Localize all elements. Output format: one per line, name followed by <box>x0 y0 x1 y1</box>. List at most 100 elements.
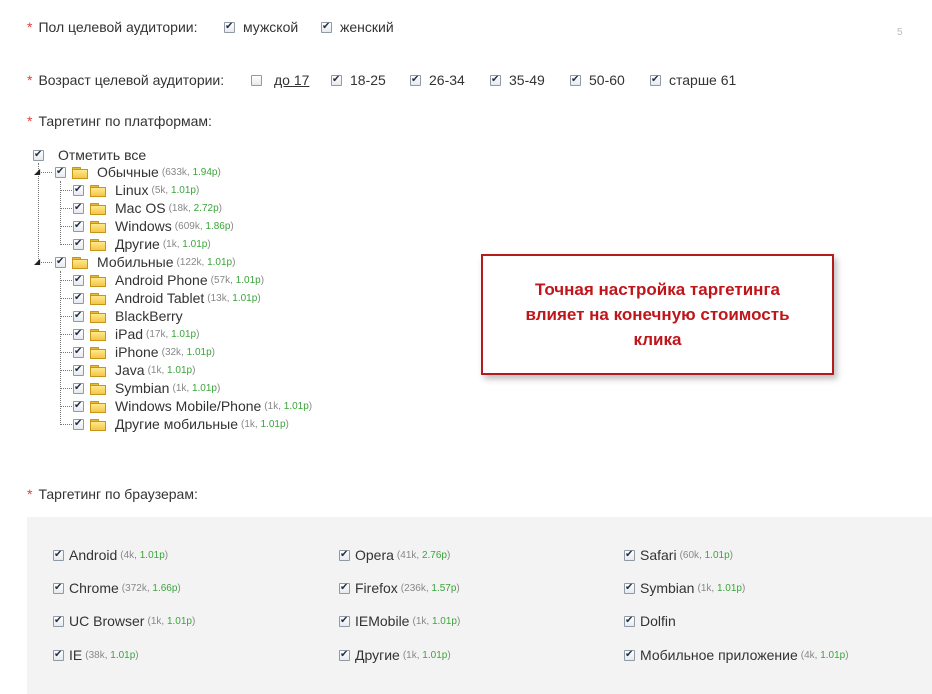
checkbox[interactable] <box>73 327 84 341</box>
platforms-label-text: Таргетинг по платформам: <box>38 113 212 129</box>
checkbox[interactable] <box>251 74 262 86</box>
platform-item-linux[interactable]: Linux(5k, 1.01р) <box>73 181 199 199</box>
checkbox[interactable] <box>73 381 84 395</box>
browser-safari[interactable]: Safari(60k, 1.01р) <box>624 546 733 564</box>
select-all[interactable]: Отметить все <box>33 146 146 164</box>
browser-name: Мобильное приложение <box>640 647 798 663</box>
checkbox[interactable] <box>53 548 64 562</box>
platform-item-android-phone[interactable]: Android Phone(57k, 1.01р) <box>73 271 264 289</box>
browser-iemobile[interactable]: IEMobile(1k, 1.01р) <box>339 612 460 630</box>
platform-group-mobile[interactable]: Мобильные(122k, 1.01р) <box>55 253 235 271</box>
group-count: 633k <box>165 166 187 178</box>
browser-dolfin[interactable]: Dolfin <box>624 612 676 630</box>
checkbox[interactable] <box>331 73 342 87</box>
checkbox[interactable] <box>73 363 84 377</box>
group-stats: (633k, 1.94р) <box>161 166 221 178</box>
checkbox[interactable] <box>490 73 501 87</box>
checkbox[interactable] <box>73 309 84 323</box>
tree-line <box>60 280 72 281</box>
platform-item-other-mobile[interactable]: Другие мобильные(1k, 1.01р) <box>73 415 289 433</box>
browser-android[interactable]: Android(4k, 1.01р) <box>53 546 168 564</box>
checkbox[interactable] <box>624 581 635 595</box>
platform-item-java[interactable]: Java(1k, 1.01р) <box>73 361 195 379</box>
checkbox[interactable] <box>224 20 235 34</box>
browser-price: 1.01р <box>820 649 846 661</box>
platform-item-blackberry[interactable]: BlackBerry <box>73 307 183 325</box>
browser-other[interactable]: Другие(1k, 1.01р) <box>339 646 451 664</box>
checkbox[interactable] <box>73 183 84 197</box>
checkbox[interactable] <box>73 291 84 305</box>
checkbox[interactable] <box>73 219 84 233</box>
checkbox[interactable] <box>73 345 84 359</box>
age-option-35-49[interactable]: 35-49 <box>490 71 545 89</box>
checkbox[interactable] <box>339 548 350 562</box>
browser-price: 1.01р <box>166 615 192 627</box>
folder-icon <box>90 238 106 251</box>
age-option-18-25[interactable]: 18-25 <box>331 71 386 89</box>
callout-line: клика <box>633 330 682 349</box>
platform-item-macos[interactable]: Mac OS(18k, 2.72р) <box>73 199 222 217</box>
age-option-over-61[interactable]: старше 61 <box>650 71 736 89</box>
gender-option-female[interactable]: женский <box>321 18 394 36</box>
browser-opera[interactable]: Opera(41k, 2.76р) <box>339 546 450 564</box>
checkbox[interactable] <box>73 201 84 215</box>
browser-price: 1.01р <box>716 582 742 594</box>
group-stats: (122k, 1.01р) <box>176 256 236 268</box>
browser-uc-browser[interactable]: UC Browser(1k, 1.01р) <box>53 612 195 630</box>
browser-stats: (1k, 1.01р) <box>402 649 451 661</box>
checkbox[interactable] <box>624 614 635 628</box>
checkbox[interactable] <box>55 165 66 179</box>
tree-line <box>60 226 72 227</box>
checkbox[interactable] <box>410 73 421 87</box>
option-label[interactable]: до 17 <box>274 72 309 88</box>
checkbox[interactable] <box>73 273 84 287</box>
checkbox[interactable] <box>53 581 64 595</box>
age-option-26-34[interactable]: 26-34 <box>410 71 465 89</box>
browser-count: 41k <box>400 549 417 561</box>
platform-item-ipad[interactable]: iPad(17k, 1.01р) <box>73 325 199 343</box>
checkbox[interactable] <box>570 73 581 87</box>
checkbox[interactable] <box>73 399 84 413</box>
checkbox[interactable] <box>53 614 64 628</box>
collapse-arrow-icon[interactable]: ◢ <box>34 258 40 266</box>
checkbox[interactable] <box>339 581 350 595</box>
platform-item-windows-mobile[interactable]: Windows Mobile/Phone(1k, 1.01р) <box>73 397 312 415</box>
browser-mobile-app[interactable]: Мобильное приложение(4k, 1.01р) <box>624 646 849 664</box>
browser-firefox[interactable]: Firefox(236k, 1.57р) <box>339 579 460 597</box>
checkbox[interactable] <box>33 148 44 162</box>
checkbox[interactable] <box>624 648 635 662</box>
browser-price: 2.76р <box>421 549 447 561</box>
checkbox[interactable] <box>73 417 84 431</box>
browser-stats: (236k, 1.57р) <box>400 582 460 594</box>
platform-item-other[interactable]: Другие(1k, 1.01р) <box>73 235 211 253</box>
checkbox[interactable] <box>339 648 350 662</box>
checkbox[interactable] <box>53 648 64 662</box>
gender-option-male[interactable]: мужской <box>224 18 298 36</box>
option-label: женский <box>340 19 394 35</box>
browser-name: Firefox <box>355 580 398 596</box>
browser-ie[interactable]: IE(38k, 1.01р) <box>53 646 139 664</box>
browser-stats: (1k, 1.01р) <box>697 582 746 594</box>
browser-chrome[interactable]: Chrome(372k, 1.66р) <box>53 579 181 597</box>
checkbox[interactable] <box>650 73 661 87</box>
checkbox[interactable] <box>55 255 66 269</box>
checkbox[interactable] <box>624 548 635 562</box>
platform-item-windows[interactable]: Windows(609k, 1.86р) <box>73 217 234 235</box>
item-name: Android Phone <box>115 272 208 288</box>
collapse-arrow-icon[interactable]: ◢ <box>34 168 40 176</box>
required-asterisk: * <box>27 72 33 88</box>
item-count: 18k <box>171 202 189 214</box>
platform-item-iphone[interactable]: iPhone(32k, 1.01р) <box>73 343 215 361</box>
platform-group-regular[interactable]: Обычные(633k, 1.94р) <box>55 163 221 181</box>
folder-icon <box>90 274 106 287</box>
platform-item-symbian[interactable]: Symbian(1k, 1.01р) <box>73 379 220 397</box>
browser-symbian[interactable]: Symbian(1k, 1.01р) <box>624 579 745 597</box>
checkbox[interactable] <box>73 237 84 251</box>
platform-item-android-tablet[interactable]: Android Tablet(13k, 1.01р) <box>73 289 261 307</box>
browser-count: 38k <box>88 649 105 661</box>
checkbox[interactable] <box>321 20 332 34</box>
age-option-50-60[interactable]: 50-60 <box>570 71 625 89</box>
browser-stats: (38k, 1.01р) <box>85 649 139 661</box>
checkbox[interactable] <box>339 614 350 628</box>
age-option-under-17[interactable]: до 17 <box>251 71 309 89</box>
